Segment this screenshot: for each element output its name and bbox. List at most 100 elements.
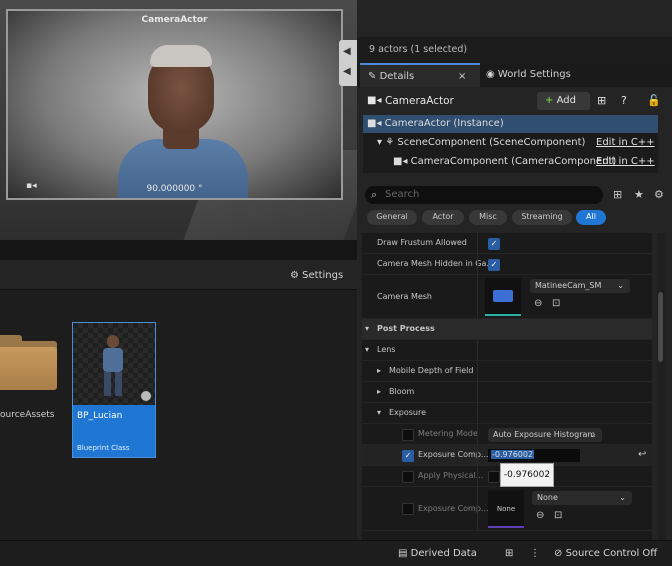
metering-mode-combo[interactable]: Auto Exposure Histogram ⌄ xyxy=(488,428,602,442)
edit-in-cpp-link[interactable]: Edit in C++ xyxy=(596,137,655,148)
column-divider xyxy=(477,445,478,465)
edit-in-cpp-link[interactable]: Edit in C++ xyxy=(596,156,655,167)
settings-button[interactable]: ⚙ Settings xyxy=(290,270,343,281)
component-label: CameraComponent (CameraComponent) xyxy=(410,156,617,167)
curve-thumbnail[interactable]: None xyxy=(488,490,524,528)
asset-info: BP_Lucian Blueprint Class xyxy=(73,405,155,457)
asset-thumbnail xyxy=(73,323,155,405)
asset-tile-bp-lucian[interactable]: BP_Lucian Blueprint Class xyxy=(72,322,156,458)
folder-tab xyxy=(0,335,22,345)
plus-icon: + xyxy=(545,95,554,106)
property-row: Metering Mode Auto Exposure Histogram ⌄ xyxy=(362,424,652,445)
category-mobile-dof[interactable]: ▸ Mobile Depth of Field xyxy=(362,361,652,382)
column-divider xyxy=(477,424,478,444)
camera-mesh-hidden-checkbox[interactable]: ✓ xyxy=(488,259,500,271)
lock-icon[interactable]: 🔓 xyxy=(647,94,661,107)
preview-person-hair xyxy=(150,45,212,67)
derived-data-button[interactable]: ▤ Derived Data xyxy=(398,548,477,559)
search-icon: ⌕ xyxy=(371,188,378,201)
property-list: Draw Frustum Allowed ✓ Camera Mesh Hidde… xyxy=(362,233,652,540)
blueprint-badge-icon xyxy=(141,391,151,401)
content-browser-header: ⚙ Settings xyxy=(0,260,357,290)
section-post-process[interactable]: ▾ Post Process xyxy=(362,319,652,340)
tab-details[interactable]: ✎ Details × xyxy=(360,63,480,87)
combo-value: MatineeCam_SM xyxy=(535,281,602,290)
thumb-label: None xyxy=(496,505,516,513)
chevron-down-icon: ⌄ xyxy=(619,493,626,502)
folder-label: ourceAssets xyxy=(0,410,55,420)
column-divider xyxy=(477,254,478,274)
use-selected-icon[interactable]: ⊖ xyxy=(536,510,544,521)
add-component-button[interactable]: + Add xyxy=(537,92,590,110)
apply-physical-checkbox[interactable] xyxy=(488,471,500,483)
revision-control-icon[interactable]: ⊞ xyxy=(505,548,513,559)
filter-streaming[interactable]: Streaming xyxy=(512,210,572,225)
help-icon[interactable]: ? xyxy=(621,94,627,107)
camera-icon: ■◂ xyxy=(367,118,385,129)
column-divider xyxy=(477,382,478,402)
category-label: Exposure xyxy=(389,408,427,417)
filter-general[interactable]: General xyxy=(367,210,417,225)
column-divider xyxy=(477,466,478,486)
field-value: -0.976002 xyxy=(491,450,535,459)
scrollbar-thumb[interactable] xyxy=(658,292,663,362)
folder-tile[interactable] xyxy=(0,335,57,390)
filter-all[interactable]: All xyxy=(576,210,606,225)
expand-arrow-icon: ▸ xyxy=(377,387,382,396)
folder-icon xyxy=(0,347,57,390)
tab-label: World Settings xyxy=(497,69,571,80)
reset-to-default-icon[interactable]: ↩ xyxy=(638,449,646,460)
close-icon[interactable]: × xyxy=(458,71,466,82)
actor-count: 9 actors (1 selected) xyxy=(357,37,672,63)
exposure-comp-checkbox[interactable]: ✓ xyxy=(402,450,414,462)
mesh-thumbnail[interactable] xyxy=(485,278,521,316)
override-checkbox[interactable] xyxy=(402,471,414,483)
property-label: Camera Mesh xyxy=(377,292,432,301)
component-label: SceneComponent (SceneComponent) xyxy=(397,137,586,148)
component-row[interactable]: ▾ ⚘ SceneComponent (SceneComponent) Edit… xyxy=(363,134,658,152)
browse-icon[interactable]: ⊡ xyxy=(554,510,562,521)
search-input[interactable]: Search xyxy=(365,186,603,204)
property-row: Camera Mesh Hidden in Ga... ✓ xyxy=(362,254,652,275)
more-options-icon[interactable]: ⋮ xyxy=(530,548,540,559)
category-bloom[interactable]: ▸ Bloom xyxy=(362,382,652,403)
property-label: Draw Frustum Allowed xyxy=(377,238,467,247)
property-row: Exposure Comp... None None ⌄ ⊖ ⊡ xyxy=(362,487,652,531)
star-icon[interactable]: ★ xyxy=(634,188,644,201)
grid-view-icon[interactable]: ⊞ xyxy=(613,188,622,201)
asset-name: BP_Lucian xyxy=(77,411,123,421)
scene-icon: ⚘ xyxy=(385,137,398,148)
browse-icon[interactable]: ⊡ xyxy=(552,298,560,309)
chevron-down-icon: ⌄ xyxy=(589,430,596,439)
component-row[interactable]: ■◂ CameraComponent (CameraComponent) Edi… xyxy=(363,153,658,171)
filter-actor[interactable]: Actor xyxy=(422,210,464,225)
category-lens[interactable]: ▾ Lens xyxy=(362,340,652,361)
database-icon: ▤ xyxy=(398,548,408,559)
override-checkbox[interactable] xyxy=(402,503,414,515)
character-leg xyxy=(115,372,122,396)
override-checkbox[interactable] xyxy=(402,429,414,441)
panel-collapse-handle[interactable]: ◀ ◀ xyxy=(339,40,357,86)
character-head xyxy=(107,335,119,348)
level-viewport[interactable]: CameraActor ▪◂ 90.000000 ° xyxy=(0,0,357,240)
camera-preview-title: CameraActor xyxy=(141,15,208,25)
category-exposure[interactable]: ▾ Exposure xyxy=(362,403,652,424)
details-scrollbar[interactable] xyxy=(657,233,665,540)
blueprint-icon[interactable]: ⊞ xyxy=(597,94,606,107)
expand-arrow-icon: ▾ xyxy=(365,345,370,354)
source-control-button[interactable]: ⊘ Source Control Off xyxy=(554,548,657,559)
filter-misc[interactable]: Misc xyxy=(469,210,507,225)
camera-mesh-combo[interactable]: MatineeCam_SM ⌄ xyxy=(530,279,630,293)
add-label: Add xyxy=(556,95,576,106)
derived-data-label: Derived Data xyxy=(410,548,477,559)
component-row[interactable]: ■◂ CameraActor (Instance) xyxy=(363,115,658,133)
exposure-comp-field[interactable]: -0.976002 xyxy=(488,449,580,462)
expand-arrow-icon: ▾ xyxy=(365,324,370,333)
tab-world-settings[interactable]: ◉ World Settings xyxy=(484,63,604,87)
globe-icon: ◉ xyxy=(486,69,495,80)
draw-frustum-checkbox[interactable]: ✓ xyxy=(488,238,500,250)
gear-icon[interactable]: ⚙ xyxy=(654,188,664,201)
curve-combo[interactable]: None ⌄ xyxy=(532,491,632,505)
category-label: Bloom xyxy=(389,387,415,396)
use-selected-icon[interactable]: ⊖ xyxy=(534,298,542,309)
